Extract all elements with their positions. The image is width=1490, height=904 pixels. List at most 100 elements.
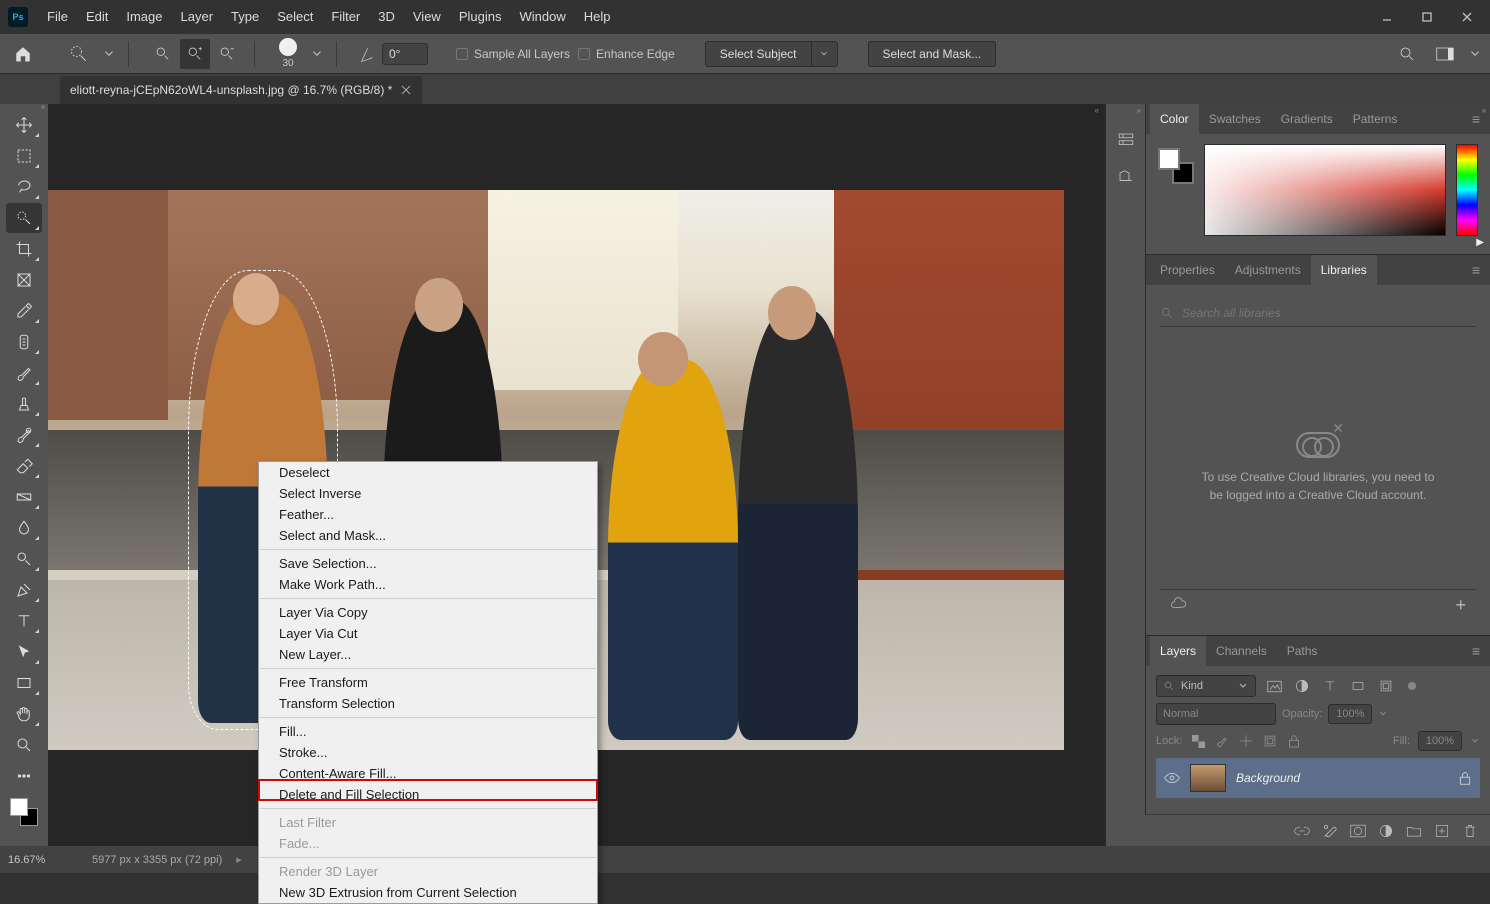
layer-style-icon[interactable] xyxy=(1322,823,1338,839)
ctx-content-aware-fill[interactable]: Content-Aware Fill... xyxy=(259,763,597,784)
blend-mode-dropdown[interactable]: Normal xyxy=(1156,703,1276,725)
new-selection-mode[interactable] xyxy=(148,39,178,69)
brush-angle-input[interactable]: 0° xyxy=(382,43,428,65)
menu-image[interactable]: Image xyxy=(117,0,171,34)
dodge-tool[interactable] xyxy=(6,544,42,574)
ctx-new-3d-extrusion-from-current-selection[interactable]: New 3D Extrusion from Current Selection xyxy=(259,882,597,903)
healing-brush-tool[interactable] xyxy=(6,327,42,357)
menu-edit[interactable]: Edit xyxy=(77,0,117,34)
tab-gradients[interactable]: Gradients xyxy=(1271,104,1343,134)
tab-patterns[interactable]: Patterns xyxy=(1343,104,1408,134)
quick-selection-tool[interactable] xyxy=(6,203,42,233)
opacity-input[interactable]: 100% xyxy=(1328,704,1372,724)
document-tab[interactable]: eliott-reyna-jCEpN62oWL4-unsplash.jpg @ … xyxy=(60,76,422,104)
menu-type[interactable]: Type xyxy=(222,0,268,34)
path-selection-tool[interactable] xyxy=(6,637,42,667)
select-subject-dropdown[interactable] xyxy=(812,41,838,67)
ctx-save-selection[interactable]: Save Selection... xyxy=(259,553,597,574)
ctx-new-layer[interactable]: New Layer... xyxy=(259,644,597,665)
menu-window[interactable]: Window xyxy=(510,0,574,34)
collapsed-panel-expand[interactable]: » xyxy=(1137,106,1141,115)
color-swatches[interactable] xyxy=(10,798,38,826)
ctx-stroke[interactable]: Stroke... xyxy=(259,742,597,763)
sample-all-layers-checkbox[interactable]: Sample All Layers xyxy=(456,47,570,61)
chevron-down-icon[interactable] xyxy=(1470,736,1480,746)
zoom-tool[interactable] xyxy=(6,730,42,760)
brush-angle-icon[interactable] xyxy=(353,42,376,65)
visibility-icon[interactable] xyxy=(1164,770,1180,786)
libraries-search[interactable] xyxy=(1160,299,1476,327)
fg-bg-color-swatch[interactable] xyxy=(1158,148,1194,184)
brush-preview[interactable]: 30 xyxy=(274,38,302,69)
menu-file[interactable]: File xyxy=(38,0,77,34)
select-subject-button[interactable]: Select Subject xyxy=(705,41,812,67)
tab-properties[interactable]: Properties xyxy=(1150,255,1225,285)
ctx-layer-via-cut[interactable]: Layer Via Cut xyxy=(259,623,597,644)
filter-shape-icon[interactable] xyxy=(1348,677,1368,695)
filter-pixel-icon[interactable] xyxy=(1264,677,1284,695)
ctx-select-inverse[interactable]: Select Inverse xyxy=(259,483,597,504)
brush-picker-chevron[interactable] xyxy=(310,47,324,61)
menu-filter[interactable]: Filter xyxy=(322,0,369,34)
ctx-deselect[interactable]: Deselect xyxy=(259,462,597,483)
subtract-selection-mode[interactable] xyxy=(212,39,242,69)
canvas-expand-icon[interactable]: « xyxy=(1095,106,1099,115)
ctx-select-and-mask[interactable]: Select and Mask... xyxy=(259,525,597,546)
hue-expand-icon[interactable]: ▶ xyxy=(1476,237,1484,248)
layer-background[interactable]: Background xyxy=(1156,758,1480,798)
gradient-tool[interactable] xyxy=(6,482,42,512)
window-maximize[interactable] xyxy=(1408,3,1446,31)
layer-filter-kind-dropdown[interactable]: Kind xyxy=(1156,675,1256,697)
collapsed-panel-icon-2[interactable] xyxy=(1116,166,1136,186)
window-close[interactable] xyxy=(1448,3,1486,31)
eyedropper-tool[interactable] xyxy=(6,296,42,326)
filter-toggle[interactable] xyxy=(1408,682,1416,690)
hue-slider[interactable] xyxy=(1456,144,1478,236)
filter-type-icon[interactable] xyxy=(1320,677,1340,695)
ctx-fill[interactable]: Fill... xyxy=(259,721,597,742)
menu-view[interactable]: View xyxy=(404,0,450,34)
history-brush-tool[interactable] xyxy=(6,420,42,450)
search-icon[interactable] xyxy=(1392,39,1422,69)
zoom-level[interactable]: 16.67% xyxy=(8,854,78,866)
menu-help[interactable]: Help xyxy=(575,0,620,34)
brush-tool[interactable] xyxy=(6,358,42,388)
lock-all-icon[interactable] xyxy=(1286,733,1302,749)
delete-layer-icon[interactable] xyxy=(1462,823,1478,839)
color-field[interactable] xyxy=(1204,144,1446,236)
clone-stamp-tool[interactable] xyxy=(6,389,42,419)
menu-layer[interactable]: Layer xyxy=(172,0,223,34)
new-layer-icon[interactable] xyxy=(1434,823,1450,839)
tab-layers[interactable]: Layers xyxy=(1150,636,1206,666)
workspace-switcher[interactable] xyxy=(1430,39,1460,69)
cloud-sync-icon[interactable] xyxy=(1170,597,1188,615)
type-tool[interactable] xyxy=(6,606,42,636)
eraser-tool[interactable] xyxy=(6,451,42,481)
tab-swatches[interactable]: Swatches xyxy=(1199,104,1271,134)
lock-paint-icon[interactable] xyxy=(1214,733,1230,749)
link-layers-icon[interactable] xyxy=(1294,823,1310,839)
menu-3d[interactable]: 3D xyxy=(369,0,404,34)
ctx-transform-selection[interactable]: Transform Selection xyxy=(259,693,597,714)
frame-tool[interactable] xyxy=(6,265,42,295)
document-dimensions[interactable]: 5977 px x 3355 px (72 ppi) xyxy=(92,854,222,866)
adjustment-layer-icon[interactable] xyxy=(1378,823,1394,839)
ctx-feather[interactable]: Feather... xyxy=(259,504,597,525)
lock-artboard-icon[interactable] xyxy=(1262,733,1278,749)
panel-menu-icon[interactable]: ≡ xyxy=(1466,643,1486,659)
tab-paths[interactable]: Paths xyxy=(1277,636,1328,666)
collapsed-panel-icon-1[interactable] xyxy=(1116,130,1136,150)
lock-position-icon[interactable] xyxy=(1238,733,1254,749)
marquee-tool[interactable] xyxy=(6,141,42,171)
move-tool[interactable] xyxy=(6,110,42,140)
ctx-free-transform[interactable]: Free Transform xyxy=(259,672,597,693)
panels-expand-icon[interactable]: » xyxy=(1482,106,1486,115)
hand-tool[interactable] xyxy=(6,699,42,729)
home-button[interactable] xyxy=(8,39,38,69)
lasso-tool[interactable] xyxy=(6,172,42,202)
filter-smart-icon[interactable] xyxy=(1376,677,1396,695)
enhance-edge-checkbox[interactable]: Enhance Edge xyxy=(578,47,675,61)
pen-tool[interactable] xyxy=(6,575,42,605)
chevron-down-icon[interactable] xyxy=(1378,709,1388,719)
tab-adjustments[interactable]: Adjustments xyxy=(1225,255,1311,285)
